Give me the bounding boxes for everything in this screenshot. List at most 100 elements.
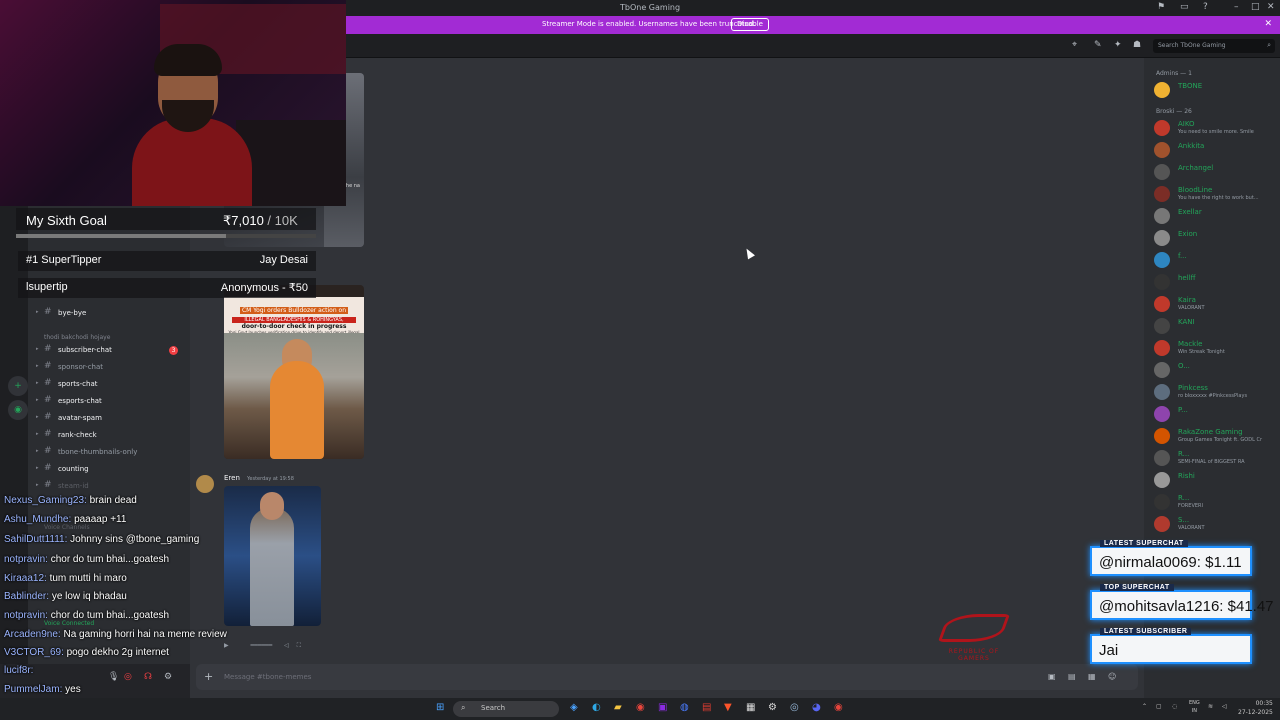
edge-icon[interactable]: ◐ — [592, 702, 601, 713]
avatar — [1154, 164, 1170, 180]
avatar[interactable] — [196, 475, 214, 493]
member-item[interactable]: O... — [1154, 360, 1278, 380]
member-item[interactable]: Rishi — [1154, 470, 1278, 490]
windows-start-icon[interactable]: ⊞ — [436, 702, 444, 713]
headset-icon[interactable]: ☊ — [144, 672, 152, 682]
play-icon[interactable]: ▶ — [224, 642, 229, 649]
chrome-icon-2[interactable]: ◉ — [834, 702, 843, 713]
tray-chevron-icon[interactable]: ⌃ — [1142, 703, 1147, 710]
channel-item[interactable]: ▸ # sponsor-chat — [36, 360, 186, 375]
language-indicator[interactable]: ENG IN — [1189, 699, 1200, 715]
member-item[interactable]: Pinkcess ro bloxxxxx #PinkcessPlays — [1154, 382, 1278, 402]
notification-icon[interactable]: ✎ — [1094, 40, 1102, 50]
emoji-icon[interactable]: ☺ — [1108, 672, 1116, 681]
chrome-icon[interactable]: ◉ — [636, 702, 645, 713]
member-item[interactable]: TBONE — [1154, 80, 1278, 100]
discord-icon[interactable]: ◕ — [812, 702, 821, 713]
app-icon-2[interactable]: ◍ — [680, 702, 689, 713]
inbox-icon[interactable]: ⚑ — [1157, 2, 1165, 12]
threads-icon[interactable]: ⌖ — [1072, 40, 1077, 50]
close-window-icon[interactable]: ✕ — [1267, 2, 1275, 12]
member-item[interactable]: Exion — [1154, 228, 1278, 248]
steam-icon[interactable]: ◎ — [790, 702, 799, 713]
add-server-icon[interactable]: + — [8, 376, 28, 396]
video-controls[interactable]: ▶ ━━━━━━ ◁ ⛶ — [224, 642, 324, 652]
member-item[interactable]: Kaira VALORANT — [1154, 294, 1278, 314]
close-icon[interactable]: ✕ — [1264, 19, 1272, 29]
disable-streamer-mode-button[interactable]: Disable — [731, 18, 769, 31]
member-item[interactable]: Mackle Win Streak Tonight — [1154, 338, 1278, 358]
member-item[interactable]: BloodLine You have the right to work but.… — [1154, 184, 1278, 204]
news-image[interactable]: CM Yogi orders Bulldozer action on ILLEG… — [224, 285, 364, 459]
member-item[interactable]: f... — [1154, 250, 1278, 270]
member-item[interactable]: Exellar — [1154, 206, 1278, 226]
avatar — [1154, 142, 1170, 158]
clock[interactable]: 00:35 27-12-2025 — [1238, 699, 1273, 717]
maximize-icon[interactable]: □ — [1251, 2, 1260, 12]
wifi-icon[interactable]: ≋ — [1208, 703, 1213, 710]
gift-icon[interactable]: ▣ — [1048, 672, 1056, 681]
fullscreen-icon[interactable]: ⛶ — [297, 642, 301, 649]
hash-icon: # — [44, 378, 52, 388]
stream-chat-user: notpravin: — [4, 610, 48, 621]
expand-arrow-icon: ▸ — [36, 465, 39, 471]
avatar — [1154, 318, 1170, 334]
gif-icon[interactable]: ▤ — [1068, 672, 1076, 681]
channel-item[interactable]: ▸ # subscriber-chat 3 — [36, 343, 186, 358]
stream-chat-text: Na gaming horri hai na meme review — [63, 629, 227, 640]
app-icon[interactable]: ▣ — [658, 702, 667, 713]
monitor-icon[interactable]: ▭ — [1180, 2, 1189, 12]
channel-item[interactable]: ▸ # counting — [36, 462, 186, 477]
settings-icon[interactable]: ⚙ — [768, 702, 777, 713]
sticker-icon[interactable]: ▦ — [1088, 672, 1096, 681]
taskbar-search[interactable]: ⌕ Search — [453, 701, 559, 717]
member-item[interactable]: P... — [1154, 404, 1278, 424]
member-name: AIKO — [1178, 120, 1195, 128]
pin-icon[interactable]: ✦ — [1114, 40, 1122, 50]
mute-icon[interactable]: 🎙 — [108, 672, 119, 682]
member-item[interactable]: KANI — [1154, 316, 1278, 336]
category-label[interactable]: thodi bakchodi hojaye — [44, 334, 110, 341]
streamer-hair — [154, 44, 222, 76]
channel-item[interactable]: ▸ # avatar-spam — [36, 411, 186, 426]
video-progress[interactable]: ━━━━━━ — [251, 642, 273, 649]
member-item[interactable]: Ankkita — [1154, 140, 1278, 160]
search-input[interactable]: Search TbOne Gaming ⌕ — [1153, 39, 1275, 53]
message-author[interactable]: Eren — [224, 474, 240, 482]
member-item[interactable]: R... FOREVERI — [1154, 492, 1278, 512]
stream-chat-user: Nexus_Gaming23: — [4, 495, 87, 506]
app-icon-4[interactable]: ▦ — [746, 702, 755, 713]
member-list-icon[interactable]: ☗ — [1133, 40, 1141, 50]
volume-icon[interactable]: ◁ — [1222, 703, 1227, 710]
volume-icon[interactable]: ◁ — [284, 642, 289, 649]
member-group-label: Broski — 26 — [1156, 108, 1192, 115]
member-item[interactable]: Archangel — [1154, 162, 1278, 182]
avatar — [1154, 450, 1170, 466]
file-explorer-icon[interactable]: ▰ — [614, 702, 622, 713]
channel-item[interactable]: ▸ # sports-chat — [36, 377, 186, 392]
channel-item[interactable]: ▸ # bye-bye — [36, 306, 186, 321]
channel-item[interactable]: ▸ # rank-check — [36, 428, 186, 443]
member-item[interactable]: RakaZone Gaming Group Games Tonight ft. G… — [1154, 426, 1278, 446]
tray-app-icon[interactable]: ▢ — [1156, 703, 1162, 710]
help-icon[interactable]: ? — [1203, 2, 1208, 12]
member-item[interactable]: S... VALORANT — [1154, 514, 1278, 534]
minimize-icon[interactable]: – — [1234, 2, 1239, 12]
widget-icon[interactable]: ◈ — [570, 702, 578, 713]
attach-icon[interactable]: + — [204, 670, 213, 683]
message-video[interactable] — [224, 486, 321, 626]
member-item[interactable]: AIKO You need to smile more. Smile — [1154, 118, 1278, 138]
app-icon-3[interactable]: ▤ — [702, 702, 711, 713]
gear-icon[interactable]: ⚙ — [164, 672, 172, 682]
channel-item[interactable]: ▸ # esports-chat — [36, 394, 186, 409]
member-item[interactable]: hellff — [1154, 272, 1278, 292]
voice-category[interactable]: Voice Channels — [44, 524, 90, 531]
brave-icon[interactable]: ▼ — [724, 702, 732, 713]
channel-item[interactable]: ▸ # tbone-thumbnails-only — [36, 445, 186, 460]
tray-app-icon-2[interactable]: ◌ — [1172, 703, 1177, 710]
deafen-icon[interactable]: ◎ — [124, 672, 132, 682]
top-tipper-label: #1 SuperTipper — [26, 254, 102, 266]
explore-icon[interactable]: ◉ — [8, 400, 28, 420]
channel-item[interactable]: ▸ # steam-id — [36, 479, 186, 494]
member-item[interactable]: R... SEMI-FINAL of BIGGEST RA — [1154, 448, 1278, 468]
